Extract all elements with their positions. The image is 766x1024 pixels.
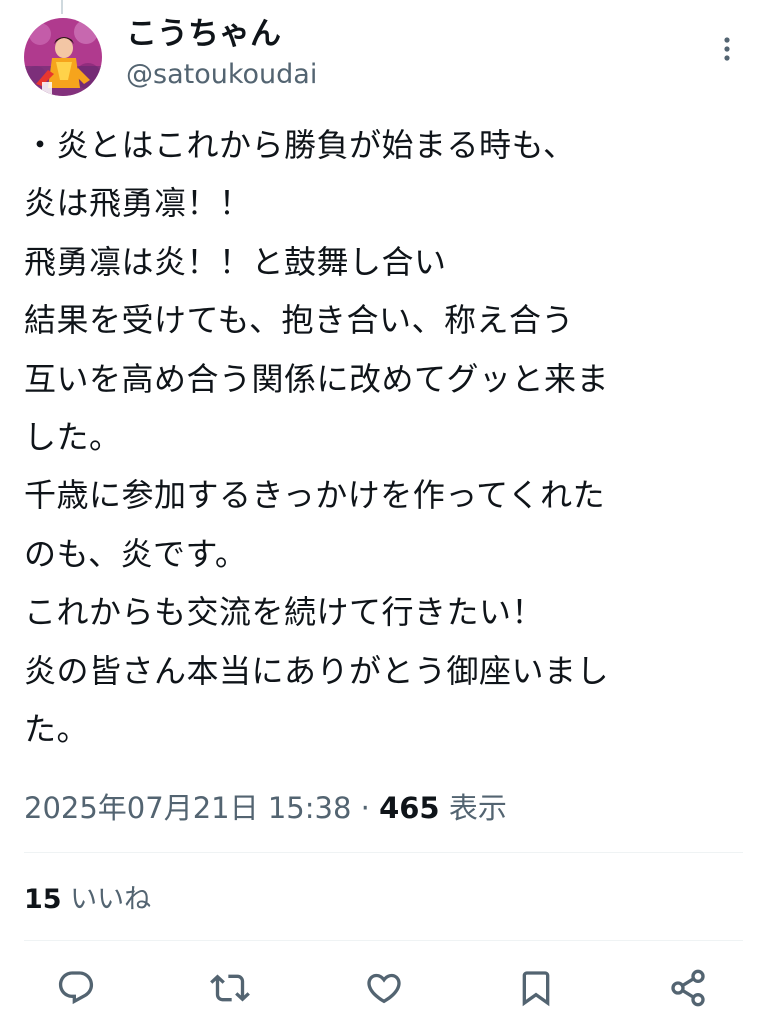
tweet-text-line: これからも交流を続けて行きたい！ bbox=[24, 593, 545, 632]
avatar-image bbox=[24, 18, 102, 96]
share-icon bbox=[671, 969, 705, 1007]
retweet-icon bbox=[210, 974, 250, 1002]
thread-connector-line bbox=[61, 0, 63, 14]
avatar[interactable] bbox=[24, 18, 102, 96]
meta-separator: · bbox=[351, 791, 380, 825]
like-button[interactable] bbox=[362, 966, 406, 1010]
tweet-text-line: 炎は飛勇凛！！ bbox=[24, 184, 252, 223]
user-handle[interactable]: @satoukoudai bbox=[126, 58, 317, 92]
tweet-text-line: 炎の皆さん本当にありがとう御座いまし bbox=[24, 651, 610, 690]
bookmark-icon bbox=[522, 971, 550, 1007]
tweet-text-line: 互いを高め合う関係に改めてグッと来ま bbox=[24, 359, 610, 398]
divider bbox=[24, 852, 743, 853]
action-bar bbox=[0, 966, 766, 1010]
tweet-text-line: 飛勇凛は炎！！と鼓舞し合い bbox=[24, 242, 447, 281]
tweet-text-line: のも、炎です。 bbox=[24, 534, 248, 573]
reply-icon bbox=[58, 971, 94, 1005]
tweet-text: ・炎とはこれから勝負が始まる時も、 炎は飛勇凛！！ 飛勇凛は炎！！と鼓舞し合い … bbox=[24, 116, 744, 758]
more-dots-icon bbox=[724, 37, 730, 61]
tweet-text-line: ・炎とはこれから勝負が始まる時も、 bbox=[24, 126, 576, 164]
tweet-text-line: 結果を受けても、抱き合い、称え合う bbox=[24, 301, 574, 340]
tweet-text-line: 千歳に参加するきっかけを作ってくれた bbox=[24, 476, 606, 515]
heart-icon bbox=[367, 973, 401, 1004]
reply-button[interactable] bbox=[54, 966, 98, 1010]
views-label: 表示 bbox=[439, 791, 507, 825]
views-count: 465 bbox=[379, 791, 440, 825]
divider bbox=[24, 940, 743, 941]
more-options-button[interactable] bbox=[712, 34, 742, 64]
tweet-meta: 2025年07月21日 15:38 · 465 表示 bbox=[24, 786, 507, 830]
tweet-text-line: た。 bbox=[24, 710, 90, 749]
retweet-button[interactable] bbox=[208, 966, 252, 1010]
tweet-text-line: した。 bbox=[24, 418, 122, 457]
likes-count: 15 bbox=[24, 884, 62, 915]
timestamp[interactable]: 2025年07月21日 15:38 bbox=[24, 791, 351, 825]
likes-label: いいね bbox=[61, 884, 152, 915]
share-button[interactable] bbox=[666, 966, 710, 1010]
bookmark-button[interactable] bbox=[514, 966, 558, 1010]
likes-stat[interactable]: 15 いいね bbox=[24, 878, 151, 922]
display-name[interactable]: こうちゃん bbox=[126, 14, 281, 54]
